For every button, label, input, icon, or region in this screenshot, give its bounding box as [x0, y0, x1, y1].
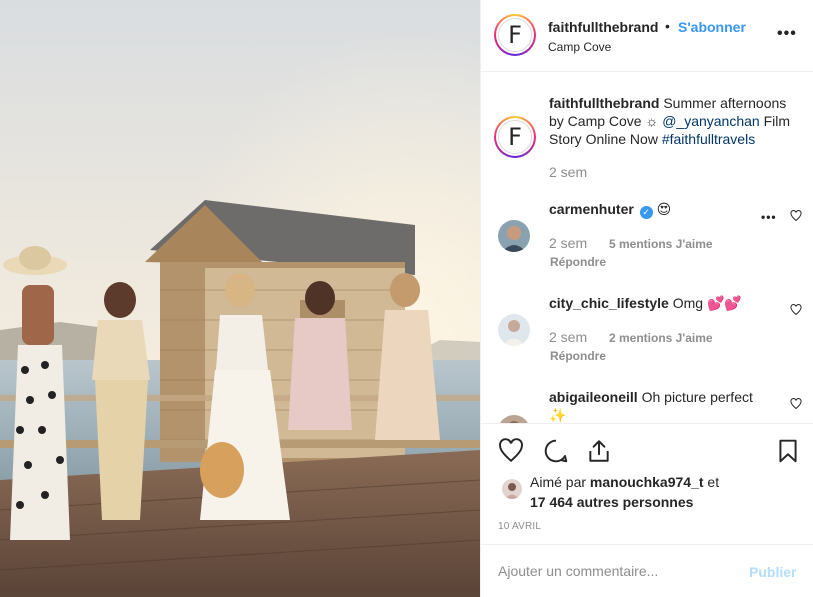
- comment-body: city_chic_lifestyle Omg 💕💕: [549, 294, 769, 312]
- comment-like-heart-icon[interactable]: [790, 304, 802, 316]
- avatar-photo-icon: [498, 415, 530, 423]
- comment-text: 😍: [656, 201, 672, 217]
- avatar-photo-icon: [498, 220, 530, 252]
- liker-avatar[interactable]: [502, 479, 522, 499]
- author-avatar[interactable]: F: [494, 14, 536, 56]
- comment-body: carmenhuter ✓ 😍: [549, 200, 769, 219]
- post-header: F faithfullthebrand • S'abonner Camp Cov…: [481, 0, 813, 72]
- author-avatar-inner: F: [496, 16, 534, 54]
- save-bookmark-icon[interactable]: [775, 438, 801, 464]
- comment-username[interactable]: carmenhuter: [549, 201, 634, 217]
- follow-button[interactable]: S'abonner: [678, 19, 746, 35]
- comments-list[interactable]: F faithfullthebrand Summer afternoons by…: [481, 73, 813, 423]
- separator-dot: •: [665, 18, 670, 34]
- liked-by-prefix: Aimé par: [530, 474, 587, 490]
- comment-username[interactable]: city_chic_lifestyle: [549, 295, 669, 311]
- post-side-panel: F faithfullthebrand • S'abonner Camp Cov…: [480, 0, 813, 597]
- caption-avatar-inner: F: [496, 118, 534, 156]
- brand-logo-icon: F: [498, 18, 532, 52]
- liked-by-suffix: et: [707, 474, 720, 490]
- comment-bubble-icon[interactable]: [543, 438, 569, 464]
- more-options-icon[interactable]: •••: [777, 25, 797, 43]
- avatar-photo-icon: [502, 479, 522, 499]
- post-photo-image: [0, 0, 480, 597]
- author-username[interactable]: faithfullthebrand: [548, 19, 658, 35]
- avatar-photo-icon: [498, 314, 530, 346]
- caption-hashtag-link[interactable]: #faithfulltravels: [662, 131, 755, 147]
- post-caption: faithfullthebrand Summer afternoons by C…: [549, 94, 801, 148]
- comment-text: Omg 💕💕: [672, 295, 742, 311]
- share-upload-icon[interactable]: [586, 438, 612, 464]
- brand-logo-icon: F: [498, 120, 532, 154]
- comment-likes-count[interactable]: 2 mentions J'aime: [609, 331, 713, 345]
- caption-username[interactable]: faithfullthebrand: [549, 95, 659, 111]
- liked-by-text: Aimé par manouchka974_t et: [530, 474, 719, 490]
- comment-body: abigaileoneill Oh picture perfect ✨: [549, 388, 769, 423]
- post-actions: Aimé par manouchka974_t et 17 464 autres…: [481, 423, 813, 543]
- caption-avatar[interactable]: F: [494, 116, 536, 158]
- comment-reply-button[interactable]: Répondre: [550, 255, 606, 269]
- comment-avatar[interactable]: [498, 415, 530, 423]
- comment-avatar[interactable]: [498, 220, 530, 252]
- comment-likes-count[interactable]: 5 mentions J'aime: [609, 237, 713, 251]
- caption-timestamp[interactable]: 2 sem: [549, 164, 587, 180]
- comment-like-heart-icon[interactable]: [790, 210, 802, 222]
- like-heart-icon[interactable]: [498, 438, 524, 464]
- post-date[interactable]: 10 AVRIL: [498, 521, 541, 532]
- comment-more-icon[interactable]: •••: [761, 210, 777, 224]
- add-comment-bar: Publier: [481, 544, 813, 597]
- comment-timestamp[interactable]: 2 sem: [549, 329, 587, 345]
- comment-avatar[interactable]: [498, 314, 530, 346]
- verified-badge-icon: ✓: [639, 206, 653, 219]
- comment-like-heart-icon[interactable]: [790, 398, 802, 410]
- likes-count-others[interactable]: 17 464 autres personnes: [530, 494, 693, 510]
- post-photo[interactable]: [0, 0, 480, 597]
- comment-timestamp[interactable]: 2 sem: [549, 235, 587, 251]
- comment-username[interactable]: abigaileoneill: [549, 389, 638, 405]
- caption-mention-link[interactable]: @_yanyanchan: [662, 113, 760, 129]
- comment-reply-button[interactable]: Répondre: [550, 349, 606, 363]
- post-location[interactable]: Camp Cove: [548, 40, 611, 54]
- publish-button[interactable]: Publier: [749, 564, 796, 580]
- liked-by-user[interactable]: manouchka974_t: [590, 474, 704, 490]
- comment-input[interactable]: [498, 563, 728, 579]
